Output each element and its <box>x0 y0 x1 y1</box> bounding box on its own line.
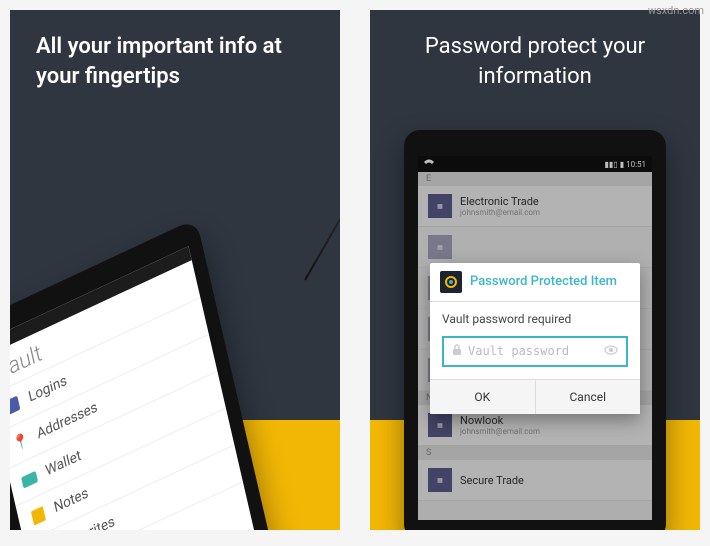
headline-right: Password protect your information <box>370 10 700 101</box>
vault-row-label: Notes <box>52 485 89 517</box>
tablet-mockup-left: Vault Logins 📍 Addresses Wallet <box>10 193 320 530</box>
vault-row-label: Wallet <box>44 447 83 479</box>
modal-overlay: Password Protected Item Vault password r… <box>418 156 652 520</box>
cancel-button[interactable]: Cancel <box>536 380 641 414</box>
lock-icon <box>452 344 462 359</box>
promo-panel-right: Password protect your information ▮▮▯ ▮ … <box>370 10 700 530</box>
stylus-decoration <box>304 124 340 281</box>
password-dialog: Password Protected Item Vault password r… <box>430 263 640 414</box>
tablet-mockup-right: ▮▮▯ ▮ 10:51 E ▦ Electronic Trade johnsmi… <box>404 130 666 530</box>
vault-row-label: Logins <box>27 372 69 406</box>
watermark-text: wsxdn.com <box>648 4 704 17</box>
logins-icon <box>10 394 22 417</box>
headline-left: All your important info at your fingerti… <box>10 10 340 101</box>
promo-panel-left: All your important info at your fingerti… <box>10 10 340 530</box>
screenshot-pair: All your important info at your fingerti… <box>0 0 710 540</box>
eye-icon[interactable] <box>604 344 618 358</box>
dialog-title: Password Protected Item <box>470 274 617 289</box>
vault-password-input[interactable]: Vault password <box>442 336 628 367</box>
notes-icon <box>29 505 47 528</box>
dialog-subtitle: Vault password required <box>430 302 640 332</box>
wallet-icon <box>20 468 38 491</box>
addresses-icon: 📍 <box>12 431 30 454</box>
ok-button[interactable]: OK <box>430 380 536 414</box>
app-icon <box>440 271 462 293</box>
input-placeholder: Vault password <box>468 344 598 358</box>
